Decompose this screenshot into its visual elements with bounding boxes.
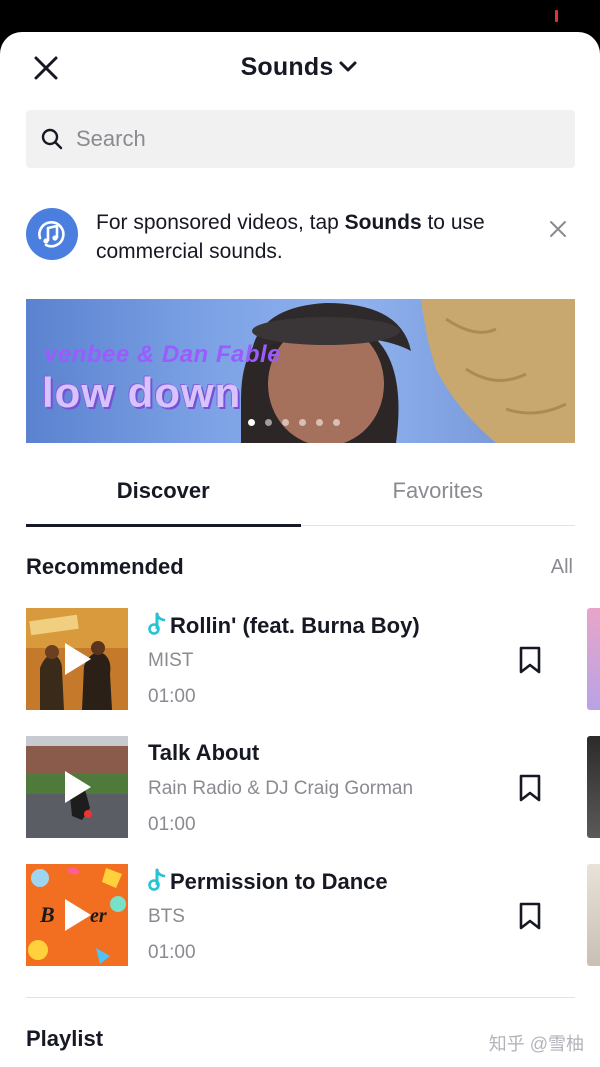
- track-title-text: Rollin' (feat. Burna Boy): [170, 613, 420, 638]
- banner-song: low down: [42, 369, 242, 416]
- track-title-text: Permission to Dance: [170, 869, 388, 894]
- sounds-sheet: Sounds For sponsored videos, tap Sounds …: [0, 32, 600, 1067]
- list-item[interactable]: B er Permission to Dance BTS 01:00: [26, 864, 600, 966]
- list-item[interactable]: Rollin' (feat. Burna Boy) MIST 01:00: [26, 608, 600, 710]
- list-item[interactable]: Talk About Rain Radio & DJ Craig Gorman …: [26, 736, 600, 838]
- play-icon: [65, 643, 91, 675]
- bookmark-icon[interactable]: [518, 902, 542, 930]
- track-title-text: Talk About: [148, 740, 260, 765]
- carousel-dots: [248, 419, 340, 426]
- track-artist: Rain Radio & DJ Craig Gorman: [148, 778, 414, 799]
- svg-text:B: B: [39, 902, 55, 927]
- recommended-title: Recommended: [26, 554, 184, 579]
- tab-favorites[interactable]: Favorites: [301, 464, 576, 525]
- track-cover[interactable]: [26, 608, 128, 710]
- sound-tabs: Discover Favorites: [26, 464, 576, 527]
- track-duration: 01:00: [148, 942, 196, 963]
- status-bar: [0, 0, 600, 34]
- bookmark-icon[interactable]: [518, 774, 542, 802]
- music-note-icon: [148, 868, 166, 891]
- track-title: Rollin' (feat. Burna Boy): [148, 612, 420, 639]
- section-divider: [26, 997, 575, 998]
- play-icon: [65, 771, 91, 803]
- track-cover[interactable]: [26, 736, 128, 838]
- next-page-peek: [587, 608, 600, 710]
- next-page-peek: [587, 864, 600, 966]
- carousel-dot: [299, 419, 306, 426]
- track-cover[interactable]: B er: [26, 864, 128, 966]
- track-duration: 01:00: [148, 686, 196, 707]
- track-duration: 01:00: [148, 814, 196, 835]
- notice-text: For sponsored videos, tap Sounds to use …: [96, 208, 516, 266]
- carousel-dot: [265, 419, 272, 426]
- sheet-header: Sounds: [0, 32, 600, 104]
- search-input[interactable]: [76, 126, 556, 152]
- status-indicator: [555, 10, 558, 22]
- carousel-dot: [248, 419, 255, 426]
- sounds-title-dropdown[interactable]: Sounds: [0, 52, 600, 82]
- sponsored-notice: For sponsored videos, tap Sounds to use …: [26, 206, 575, 276]
- playlist-title: Playlist: [26, 1026, 104, 1051]
- page-title: Sounds: [240, 52, 334, 81]
- dismiss-notice-close-icon[interactable]: [545, 216, 571, 242]
- track-artist: BTS: [148, 906, 185, 927]
- carousel-dot: [333, 419, 340, 426]
- carousel-dot: [316, 419, 323, 426]
- notice-text-before: For sponsored videos, tap: [96, 211, 345, 234]
- track-title: Talk About: [148, 740, 259, 766]
- carousel-dot: [282, 419, 289, 426]
- notice-text-bold: Sounds: [344, 211, 422, 234]
- bookmark-icon[interactable]: [518, 646, 542, 674]
- search-bar[interactable]: [26, 110, 575, 168]
- play-icon: [65, 899, 91, 931]
- next-page-peek: [587, 736, 600, 838]
- watermark: 知乎 @雪柚: [488, 1034, 584, 1054]
- search-icon: [41, 128, 63, 150]
- tab-discover[interactable]: Discover: [26, 464, 301, 527]
- commercial-music-icon: [26, 208, 78, 260]
- track-title: Permission to Dance: [148, 868, 388, 895]
- see-all-link[interactable]: All: [551, 556, 573, 579]
- banner-artist: venbee & Dan Fable: [44, 341, 282, 368]
- music-note-icon: [148, 612, 166, 635]
- featured-banner[interactable]: venbee & Dan Fable low down: [26, 299, 575, 443]
- track-artist: MIST: [148, 650, 194, 671]
- chevron-down-icon: [339, 61, 357, 72]
- recommended-header: Recommended All: [26, 554, 575, 584]
